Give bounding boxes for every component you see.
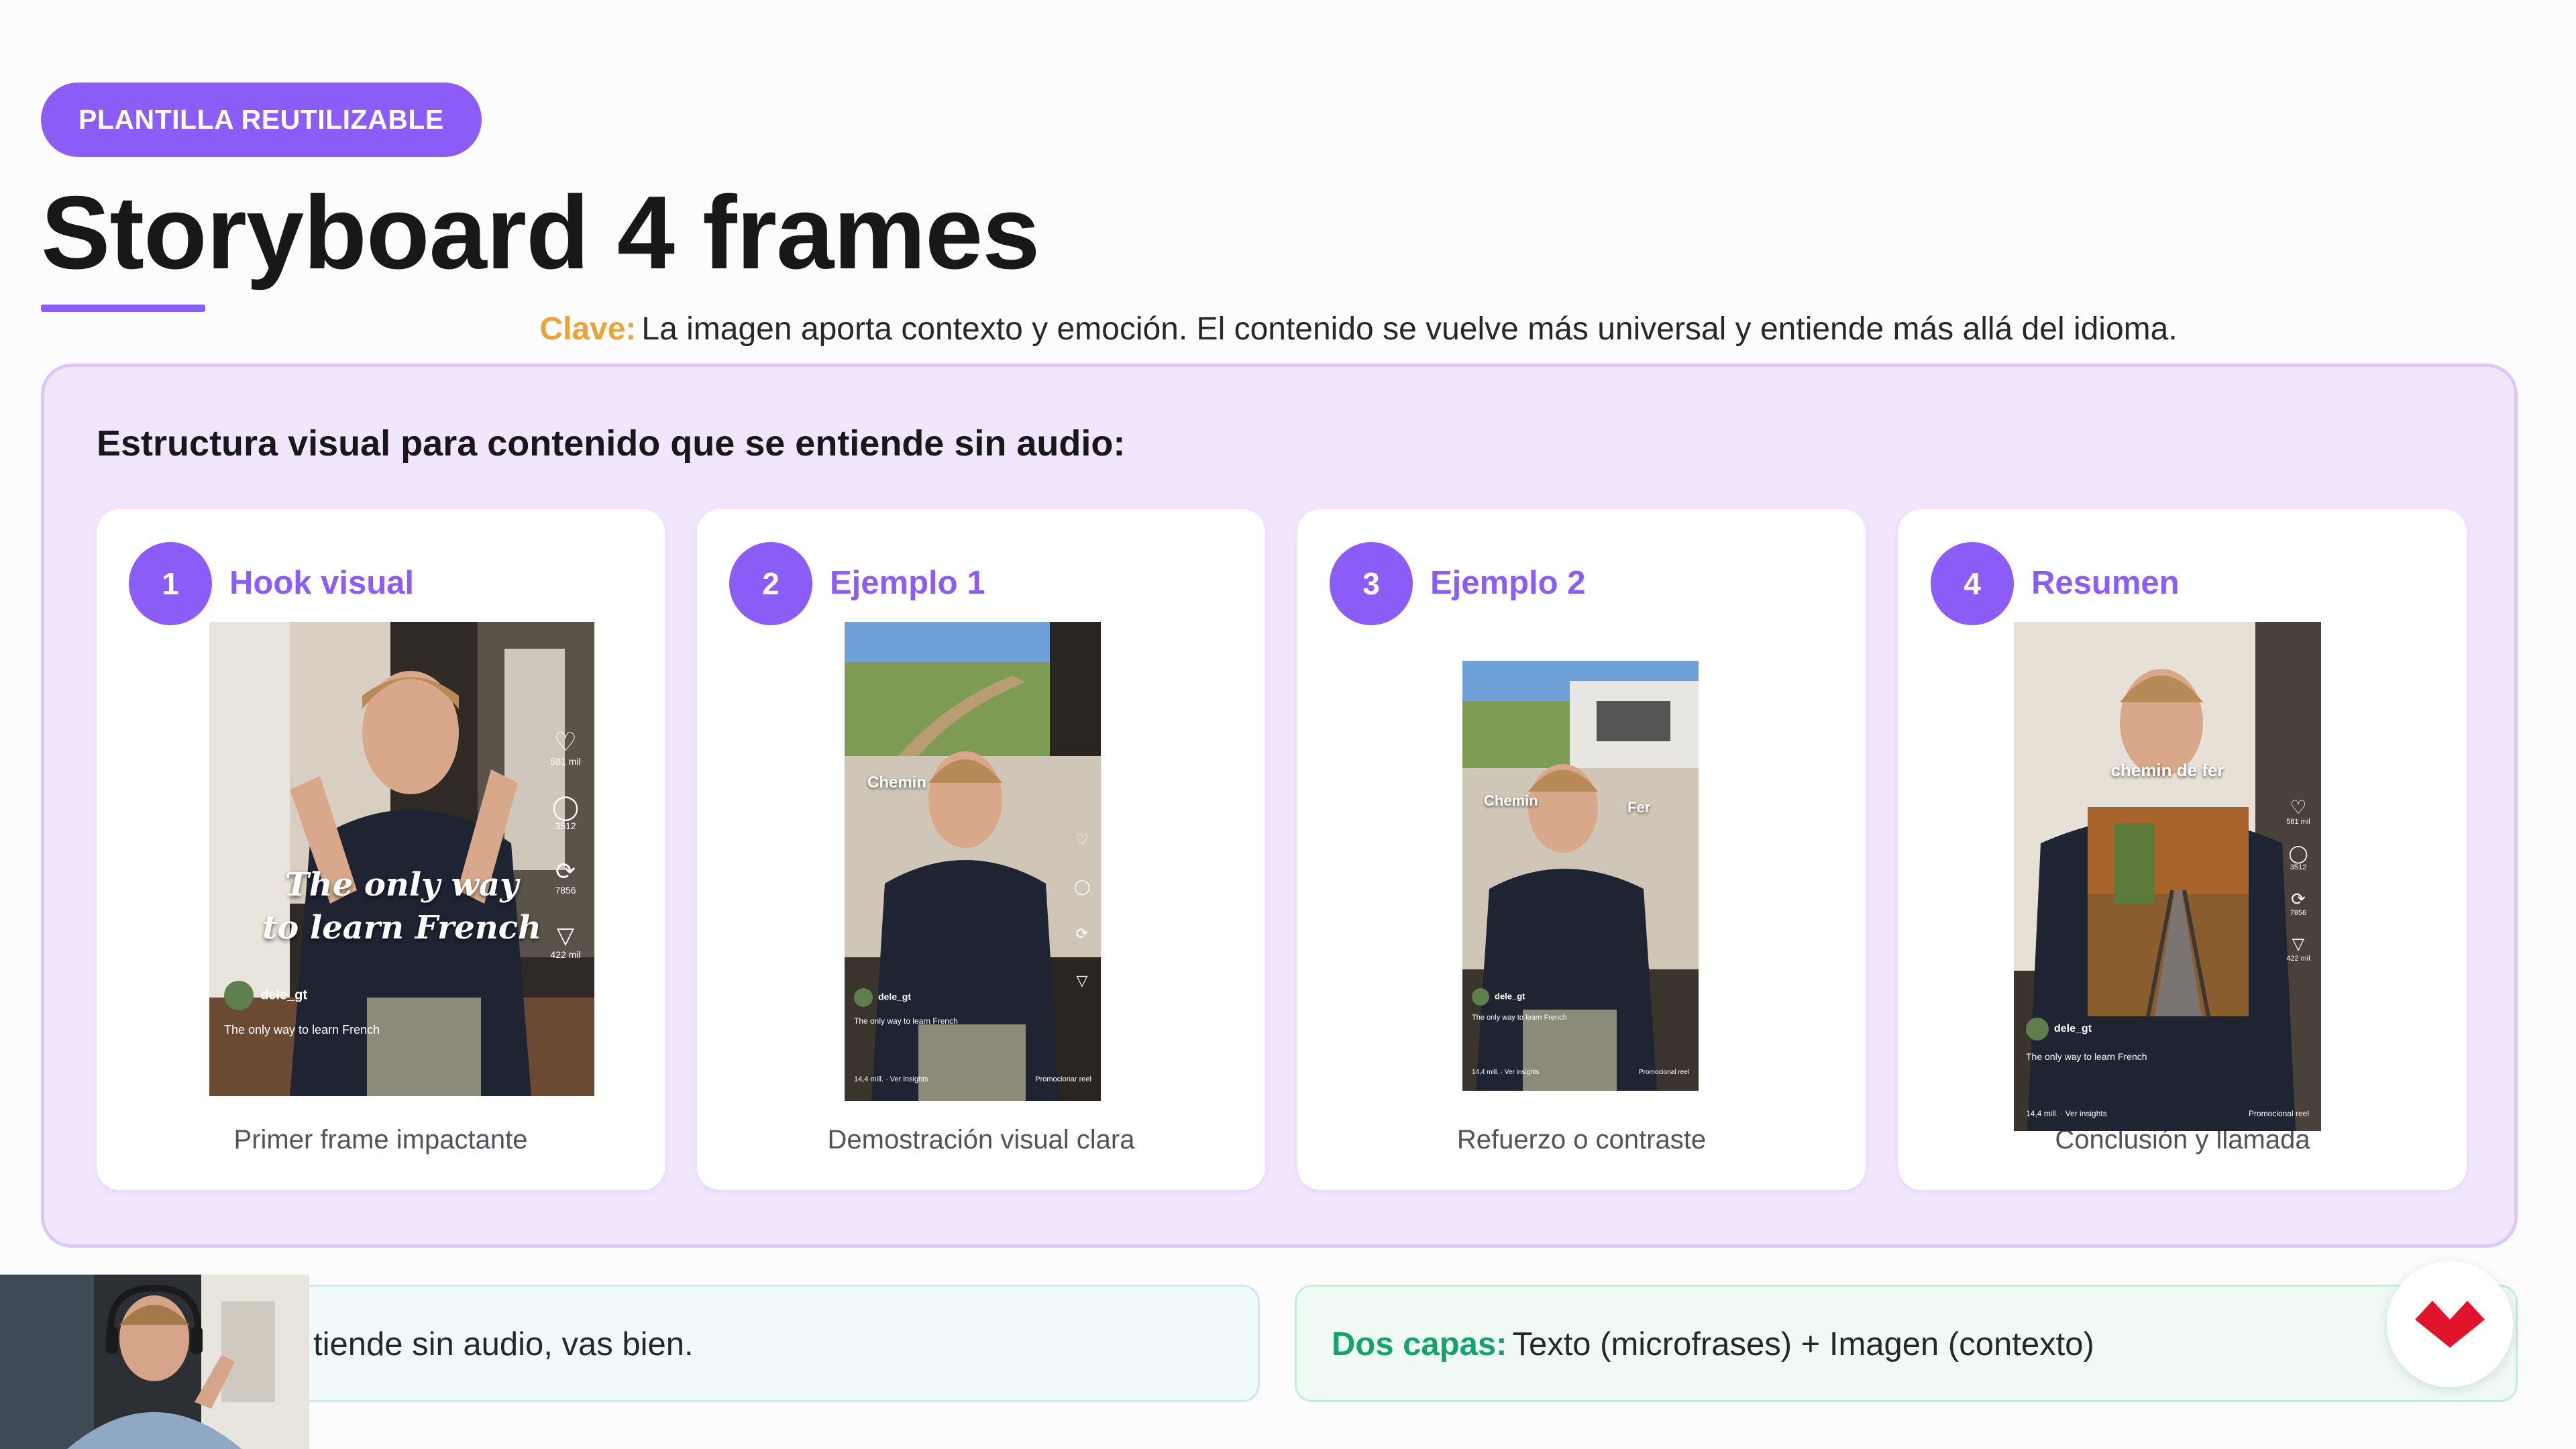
overlay-text: Chemin	[867, 773, 927, 792]
frame-card-4: 4 Resumen Conclusión y llamada chemin de…	[1898, 509, 2467, 1190]
page-title: Storyboard 4 frames	[41, 174, 1040, 290]
post-caption: The only way to learn French	[224, 1023, 380, 1036]
avatar[interactable]	[224, 981, 254, 1010]
repost-icon[interactable]: ⟳	[545, 858, 586, 885]
heart-icon[interactable]: ♡	[545, 729, 586, 756]
key-text: La imagen aporta contexto y emoción. El …	[641, 311, 2178, 347]
comments-count: 3512	[2290, 863, 2307, 871]
post-caption: The only way to learn French	[2026, 1051, 2147, 1062]
frame-card-1: 1 Hook visual The only way to learn Fren…	[97, 509, 665, 1190]
frame-caption: Refuerzo o contraste	[1456, 1125, 1707, 1155]
post-author: dele_gt	[224, 981, 307, 1010]
webcam-overlay	[0, 1275, 309, 1449]
frame-screenshot: chemin de fer ♡ 581 mil ◯ 3512 ⟳ 7856 ▽ …	[2014, 622, 2321, 1131]
frame-card-3: 3 Ejemplo 2 Chemin Fer dele_gt The only …	[1297, 509, 1866, 1190]
frame-title: Hook visual	[229, 565, 415, 601]
frame-title: Ejemplo 2	[1430, 565, 1586, 601]
storyboard-panel: Estructura visual para contenido que se …	[41, 364, 2518, 1248]
frame-title: Ejemplo 1	[830, 565, 985, 601]
overlay-text-1: Chemin	[1484, 792, 1538, 809]
brand-logo-button[interactable]	[2387, 1261, 2513, 1387]
insights-link[interactable]: 14,4 mill. · Ver insights	[1472, 1069, 1540, 1076]
key-note: Clave: La imagen aporta contexto y emoció…	[0, 311, 2576, 347]
action-rail: ♡ 581 mil ◯ 3512 ⟳ 7856 ▽ 422 mil	[545, 729, 586, 960]
slide: PLANTILLA REUTILIZABLE Storyboard 4 fram…	[0, 0, 2576, 1449]
comment-icon[interactable]: ◯	[2285, 843, 2312, 863]
promote-link[interactable]: Promocional reel	[1639, 1069, 1689, 1076]
shares-count: 7856	[555, 885, 576, 896]
promote-link[interactable]: Promocional reel	[2249, 1109, 2309, 1118]
handle[interactable]: dele_gt	[1495, 991, 1525, 1001]
overlay-text: chemin de fer	[2110, 760, 2224, 780]
saves-count: 422 mil	[2286, 955, 2310, 963]
frame-number: 4	[1931, 542, 2014, 625]
frame-number: 3	[1330, 542, 1413, 625]
panel-heading: Estructura visual para contenido que se …	[97, 423, 1126, 464]
shares-count: 7856	[2290, 909, 2307, 917]
tip-value: Texto (microfrases) + Imagen (contexto)	[1512, 1326, 2094, 1362]
overlay-text-2: Fer	[1627, 799, 1651, 816]
avatar[interactable]	[854, 988, 873, 1007]
overlay-text: The only way to learn French	[209, 863, 594, 949]
comment-icon[interactable]: ◯	[545, 794, 586, 820]
repost-icon[interactable]: ⟳	[1069, 910, 1095, 957]
send-icon[interactable]: ▽	[545, 922, 586, 949]
frame-screenshot: The only way to learn French ♡ 581 mil ◯…	[209, 622, 594, 1096]
action-rail: ♡ 581 mil ◯ 3512 ⟳ 7856 ▽ 422 mil	[2285, 798, 2312, 963]
action-rail: ♡ ◯ ⟳ ▽	[1069, 816, 1095, 1004]
frame-caption: Demostración visual clara	[827, 1125, 1135, 1155]
tip-box-layers: Dos capas: Texto (microfrases) + Imagen (…	[1295, 1285, 2518, 1402]
post-caption: The only way to learn French	[854, 1016, 958, 1026]
send-icon[interactable]: ▽	[2285, 934, 2312, 955]
key-label: Clave:	[539, 311, 637, 347]
handle[interactable]: dele_gt	[878, 991, 911, 1002]
post-author: dele_gt	[2026, 1018, 2092, 1040]
frame-title: Resumen	[2031, 565, 2180, 601]
tip-label: Dos capas:	[1332, 1326, 1507, 1362]
tip-text: tiende sin audio, vas bien.	[313, 1326, 694, 1362]
insights-link[interactable]: 14,4 mill. · Ver insights	[854, 1075, 928, 1083]
avatar[interactable]	[1472, 988, 1489, 1006]
promote-link[interactable]: Promocionar reel	[1035, 1075, 1091, 1083]
overlay-line-1: The only way	[285, 866, 519, 904]
tip-text: Dos capas: Texto (microfrases) + Imagen (…	[1332, 1326, 2094, 1363]
insights-link[interactable]: 14,4 mill. · Ver insights	[2026, 1109, 2107, 1118]
likes-count: 581 mil	[550, 756, 581, 767]
frame-screenshot: Chemin ♡ ◯ ⟳ ▽ dele_gt The only way to l…	[845, 622, 1101, 1101]
handle[interactable]: dele_gt	[2054, 1023, 2092, 1034]
send-icon[interactable]: ▽	[1069, 957, 1095, 1004]
logo-icon	[2415, 1301, 2485, 1348]
heart-icon[interactable]: ♡	[1069, 816, 1095, 863]
post-author: dele_gt	[854, 988, 911, 1007]
post-caption: The only way to learn French	[1472, 1014, 1567, 1022]
frame-number: 1	[129, 542, 212, 625]
likes-count: 581 mil	[2286, 818, 2310, 826]
post-author: dele_gt	[1472, 988, 1525, 1006]
saves-count: 422 mil	[550, 949, 581, 960]
handle[interactable]: dele_gt	[260, 987, 307, 1002]
frame-caption: Primer frame impactante	[233, 1125, 528, 1155]
comment-icon[interactable]: ◯	[1069, 863, 1095, 910]
frame-number: 2	[729, 542, 812, 625]
comments-count: 3512	[555, 820, 576, 831]
heart-icon[interactable]: ♡	[2285, 798, 2312, 818]
overlay-line-2: to learn French	[262, 909, 541, 947]
template-badge: PLANTILLA REUTILIZABLE	[41, 83, 482, 157]
repost-icon[interactable]: ⟳	[2285, 889, 2312, 909]
frame-screenshot: Chemin Fer dele_gt The only way to learn…	[1462, 661, 1699, 1091]
avatar[interactable]	[2026, 1018, 2049, 1040]
frame-card-2: 2 Ejemplo 1 Chemin ♡ ◯ ⟳ ▽ dele_gt The o…	[697, 509, 1265, 1190]
